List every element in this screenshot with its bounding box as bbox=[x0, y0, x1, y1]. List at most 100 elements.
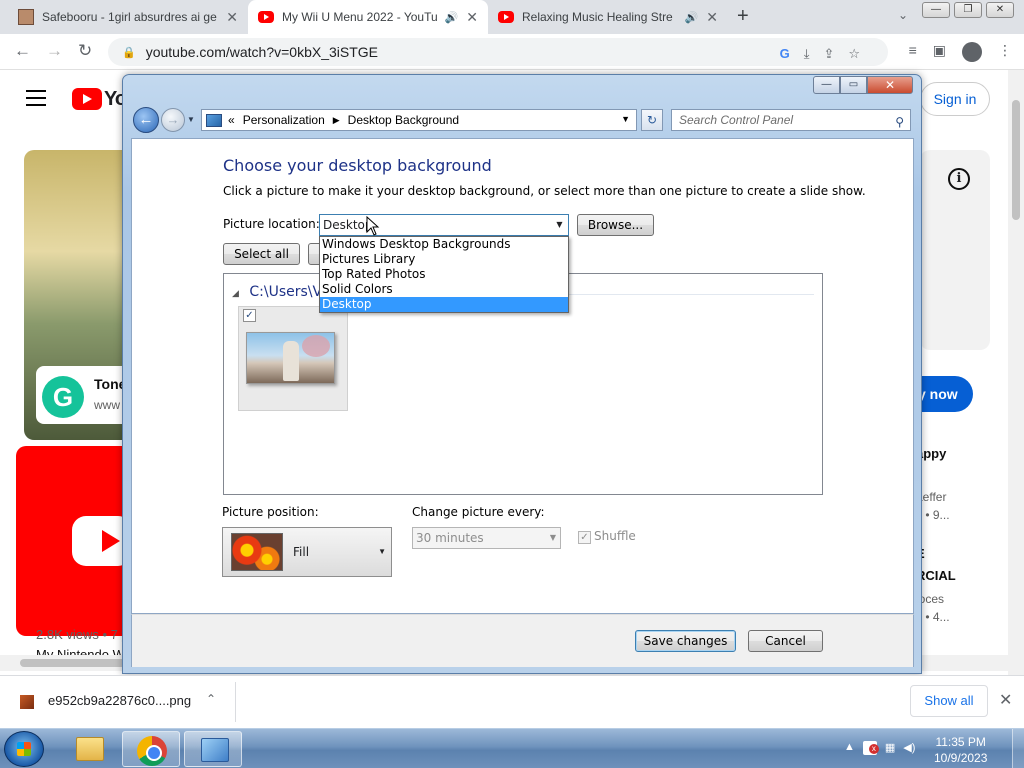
close-tab-icon[interactable]: ✕ bbox=[706, 9, 718, 26]
tab-wii-u-menu[interactable]: My Wii U Menu 2022 - YouTu 🔊 ✕ bbox=[248, 0, 488, 34]
tab-safebooru[interactable]: Safebooru - 1girl absurdres ai ge ✕ bbox=[8, 0, 248, 34]
picture-checkbox[interactable]: ✓ bbox=[243, 309, 256, 322]
refresh-icon[interactable]: ↻ bbox=[641, 109, 663, 131]
change-picture-label: Change picture every: bbox=[412, 505, 545, 519]
hamburger-menu-icon[interactable] bbox=[26, 90, 46, 111]
picture-location-select[interactable]: Desktop ▼ bbox=[319, 214, 569, 236]
dropdown-arrow-icon[interactable]: ▼ bbox=[551, 215, 568, 235]
minimize-icon[interactable]: — bbox=[922, 2, 950, 18]
download-filename[interactable]: e952cb9a22876c0....png bbox=[48, 693, 191, 708]
forward-arrow-icon[interactable]: → bbox=[46, 41, 63, 61]
option-windows-desktop-backgrounds[interactable]: Windows Desktop Backgrounds bbox=[320, 237, 568, 252]
google-lens-icon[interactable]: G bbox=[780, 46, 790, 62]
bookmark-star-icon[interactable]: ☆ bbox=[848, 46, 860, 62]
search-control-panel-input[interactable]: Search Control Panel ⚲ bbox=[671, 109, 911, 131]
forward-arrow-icon[interactable]: → bbox=[161, 108, 185, 132]
chevron-up-icon[interactable]: ⌃ bbox=[206, 692, 216, 706]
picture-location-label: Picture location: bbox=[223, 217, 320, 231]
option-top-rated-photos[interactable]: Top Rated Photos bbox=[320, 267, 568, 282]
option-desktop[interactable]: Desktop bbox=[320, 297, 568, 312]
image-file-icon bbox=[20, 695, 34, 709]
option-pictures-library[interactable]: Pictures Library bbox=[320, 252, 568, 267]
search-icon[interactable]: ⚲ bbox=[895, 112, 904, 132]
share-icon[interactable]: ⇪ bbox=[823, 46, 834, 62]
close-icon[interactable]: ✕ bbox=[999, 690, 1012, 710]
cancel-label: Cancel bbox=[765, 634, 806, 648]
restore-icon[interactable]: ❐ bbox=[954, 2, 982, 18]
side-panel-icon[interactable]: ▣ bbox=[933, 42, 946, 62]
toolbar-icons: ≡ ▣ ⋮ bbox=[909, 42, 1012, 62]
youtube-logo-icon[interactable] bbox=[72, 88, 102, 110]
profile-avatar-icon[interactable] bbox=[962, 42, 982, 62]
back-arrow-icon[interactable]: ← bbox=[133, 107, 159, 133]
scrollbar-thumb[interactable] bbox=[1012, 100, 1020, 220]
minimize-icon[interactable]: — bbox=[813, 76, 840, 94]
taskbar-explorer[interactable] bbox=[60, 731, 118, 767]
wallpaper-thumbnail-image[interactable] bbox=[246, 332, 335, 384]
address-bar[interactable]: 🔒 youtube.com/watch?v=0kbX_3iSTGE G ⤓ ⇪ … bbox=[108, 38, 888, 66]
collapse-triangle-icon[interactable]: ◢ bbox=[232, 289, 239, 299]
browser-tab-strip: Safebooru - 1girl absurdres ai ge ✕ My W… bbox=[0, 0, 1024, 34]
cancel-button[interactable]: Cancel bbox=[748, 630, 823, 652]
tab-search-chevron-icon[interactable]: ⌄ bbox=[898, 8, 908, 22]
dropdown-arrow-icon[interactable]: ▼ bbox=[378, 547, 386, 556]
tab-relaxing-music[interactable]: Relaxing Music Healing Stre 🔊 ✕ bbox=[488, 0, 728, 34]
show-desktop-button[interactable] bbox=[1012, 729, 1024, 768]
volume-icon[interactable]: ◀) bbox=[903, 741, 915, 755]
explorer-address-bar[interactable]: « Personalization ▶ Desktop Background ▼ bbox=[201, 109, 637, 131]
taskbar-chrome[interactable] bbox=[122, 731, 180, 767]
window-caption-buttons: — ▭ ✕ bbox=[813, 76, 913, 94]
media-control-icon[interactable]: ≡ bbox=[909, 42, 917, 62]
download-bar: e952cb9a22876c0....png ⌃ Show all ✕ bbox=[0, 675, 1024, 727]
sign-in-button[interactable]: Sign in bbox=[920, 82, 990, 116]
browser-toolbar: ← → ↻ 🔒 youtube.com/watch?v=0kbX_3iSTGE … bbox=[0, 34, 1024, 70]
change-picture-interval-select[interactable]: 30 minutes ▼ bbox=[412, 527, 561, 549]
close-icon[interactable]: ✕ bbox=[867, 76, 913, 94]
select-all-button[interactable]: Select all bbox=[223, 243, 300, 265]
buy-now-label: y now bbox=[918, 386, 958, 402]
speaker-icon[interactable]: 🔊 bbox=[445, 11, 459, 24]
close-tab-icon[interactable]: ✕ bbox=[226, 9, 238, 26]
start-button[interactable] bbox=[4, 731, 44, 767]
breadcrumb-desktop-background[interactable]: Desktop Background bbox=[348, 113, 459, 127]
tab-title: Relaxing Music Healing Stre bbox=[522, 10, 673, 24]
close-icon[interactable]: ✕ bbox=[986, 2, 1014, 18]
network-icon[interactable]: ▦ bbox=[885, 741, 895, 755]
recent-pages-chevron-icon[interactable]: ▼ bbox=[187, 115, 195, 124]
taskbar-control-panel[interactable] bbox=[184, 731, 242, 767]
close-tab-icon[interactable]: ✕ bbox=[466, 9, 478, 26]
control-panel-icon bbox=[201, 738, 229, 762]
show-all-label: Show all bbox=[924, 693, 974, 708]
show-all-button[interactable]: Show all bbox=[910, 685, 988, 717]
control-panel-icon bbox=[206, 113, 222, 127]
dropdown-arrow-icon[interactable]: ▼ bbox=[550, 528, 556, 548]
speaker-icon[interactable]: 🔊 bbox=[685, 11, 699, 24]
kebab-menu-icon[interactable]: ⋮ bbox=[998, 42, 1012, 62]
option-solid-colors[interactable]: Solid Colors bbox=[320, 282, 568, 297]
window-controls: — ❐ ✕ bbox=[922, 2, 1014, 18]
show-hidden-icons-icon[interactable]: ▲ bbox=[844, 741, 855, 755]
new-tab-icon[interactable]: + bbox=[737, 5, 749, 28]
breadcrumb-overflow[interactable]: « bbox=[228, 113, 235, 127]
vertical-scrollbar[interactable] bbox=[1008, 70, 1024, 675]
system-tray: ▲ ▦ ◀) bbox=[844, 741, 915, 755]
maximize-icon[interactable]: ▭ bbox=[840, 76, 867, 94]
dialog-footer: Save changes Cancel bbox=[131, 614, 914, 667]
install-app-icon[interactable]: ⤓ bbox=[804, 46, 810, 62]
grammarly-logo-icon: G bbox=[42, 376, 84, 418]
ad-url: www bbox=[94, 398, 120, 412]
picture-position-select[interactable]: Fill ▼ bbox=[222, 527, 392, 577]
breadcrumb-separator-icon[interactable]: ▶ bbox=[333, 115, 340, 126]
shuffle-checkbox[interactable]: ✓ bbox=[578, 531, 591, 544]
back-arrow-icon[interactable]: ← bbox=[14, 41, 31, 61]
action-center-flag-icon[interactable] bbox=[862, 741, 879, 755]
save-changes-button[interactable]: Save changes bbox=[635, 630, 736, 652]
breadcrumb-personalization[interactable]: Personalization bbox=[243, 113, 325, 127]
reload-icon[interactable]: ↻ bbox=[78, 41, 92, 61]
info-icon[interactable]: i bbox=[948, 168, 970, 190]
system-clock[interactable]: 11:35 PM 10/9/2023 bbox=[934, 734, 987, 766]
change-picture-value: 30 minutes bbox=[416, 531, 484, 545]
browse-button[interactable]: Browse... bbox=[577, 214, 654, 236]
lock-icon: 🔒 bbox=[122, 46, 136, 59]
address-dropdown-icon[interactable]: ▼ bbox=[621, 114, 630, 124]
